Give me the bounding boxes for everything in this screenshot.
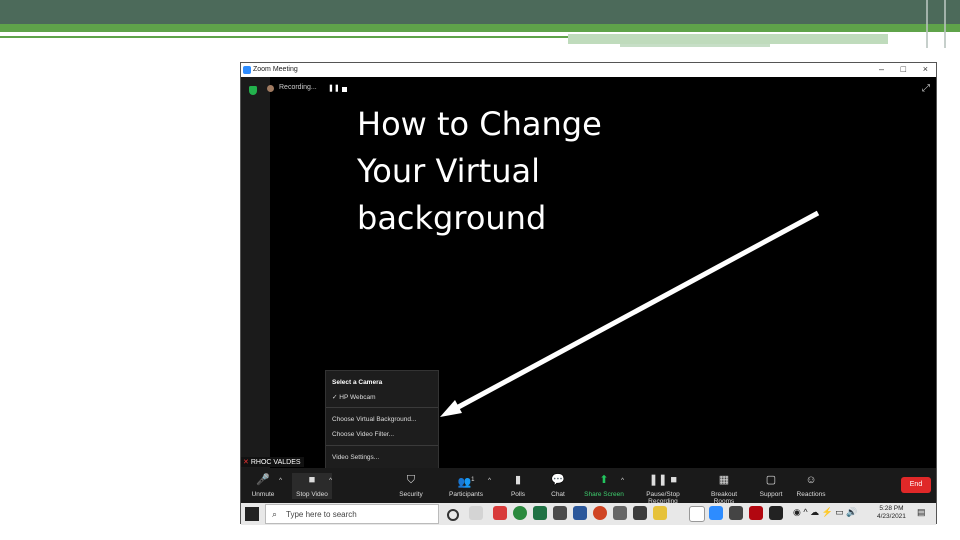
task-view-icon[interactable] (469, 506, 483, 520)
cortana-icon[interactable] (447, 509, 459, 521)
polls-label: Polls (510, 491, 526, 498)
share-screen-button[interactable]: ⬆ Share Screen (584, 473, 624, 498)
windows-taskbar: ⌕ Type here to search ◉ ^ ☁ ⚡ ▭ 🔊 5:28 P… (241, 503, 936, 525)
participants-count: 1 (471, 477, 475, 483)
app-icon[interactable] (769, 506, 783, 520)
participants-label: Participants (449, 491, 483, 498)
files-icon[interactable] (553, 506, 567, 520)
clock[interactable]: 5:28 PM 4/23/2021 (877, 505, 906, 521)
clock-time: 5:28 PM (879, 505, 904, 512)
slide-corner-decoration (926, 0, 946, 48)
excel-icon[interactable] (533, 506, 547, 520)
camera-menu-header: Select a Camera (332, 379, 383, 386)
netflix-icon[interactable] (749, 506, 763, 520)
slide-thin-line (0, 36, 568, 38)
taskbar-search-input[interactable]: ⌕ Type here to search (265, 504, 439, 524)
shield-icon: ⛉ (406, 474, 416, 486)
unmute-label: Unmute (251, 491, 275, 498)
share-caret-icon[interactable]: ^ (621, 477, 624, 484)
folder-icon[interactable] (653, 506, 667, 520)
chat-icon: 💬 (551, 474, 565, 486)
camera-menu: Select a Camera ✓ HP Webcam Choose Virtu… (325, 370, 439, 470)
slide-top-bar (0, 0, 960, 24)
unmute-button[interactable]: 🎤 Unmute (249, 473, 277, 498)
menu-divider (326, 445, 438, 446)
slide-thin-band (568, 34, 888, 44)
choose-virtual-background-item[interactable]: Choose Virtual Background... (332, 416, 416, 423)
reactions-button[interactable]: ☺ Reactions (796, 473, 826, 498)
zoom-taskbar-icon[interactable] (709, 506, 723, 520)
reactions-label: Reactions (796, 491, 826, 498)
chrome-icon[interactable] (513, 506, 527, 520)
menu-divider (326, 407, 438, 408)
pause-stop-icon: ❚❚ ■ (648, 474, 678, 486)
reactions-icon: ☺ (805, 474, 817, 486)
app-icon[interactable] (729, 506, 743, 520)
stop-video-button[interactable]: ■ Stop Video (292, 473, 332, 499)
clock-date: 4/23/2021 (877, 513, 906, 520)
video-settings-item[interactable]: Video Settings... (332, 454, 379, 461)
choose-video-filter-item[interactable]: Choose Video Filter... (332, 431, 394, 438)
slide-thin-band-2 (620, 44, 770, 47)
amazon-icon[interactable] (689, 506, 705, 522)
word-icon[interactable] (573, 506, 587, 520)
camera-option-hp-webcam[interactable]: ✓ HP Webcam (332, 393, 376, 401)
support-icon: ▢ (765, 474, 777, 486)
breakout-rooms-button[interactable]: ▦ Breakout Rooms (701, 473, 747, 505)
security-button[interactable]: ⛉ Security (394, 473, 428, 498)
polls-button[interactable]: ▮ Polls (506, 473, 530, 498)
breakout-rooms-icon: ▦ (718, 474, 730, 486)
tray-icons[interactable]: ◉ ^ ☁ ⚡ ▭ 🔊 (793, 508, 858, 517)
participants-button[interactable]: 👥1 Participants (446, 473, 486, 498)
participants-caret-icon[interactable]: ^ (488, 477, 491, 484)
microphone-icon: 🎤 (256, 474, 270, 486)
arrow-shaft (449, 210, 820, 414)
security-label: Security (399, 491, 423, 498)
video-camera-icon: ■ (308, 474, 316, 486)
slide-accent-line (0, 24, 960, 32)
video-options-caret-icon[interactable]: ^ (329, 477, 332, 484)
zoom-window: Zoom Meeting – □ × Recording... ❚❚ ⤢ How… (240, 62, 937, 525)
chat-label: Chat (551, 491, 565, 498)
arrow-head (440, 400, 462, 417)
support-button[interactable]: ▢ Support (757, 473, 785, 498)
participant-name-tag: ✕ RHOC VALDES (241, 457, 304, 467)
search-placeholder: Type here to search (286, 510, 357, 519)
app-icon[interactable] (613, 506, 627, 520)
powerpoint-icon[interactable] (593, 506, 607, 520)
support-label: Support (759, 491, 783, 498)
muted-mic-icon: ✕ (243, 459, 249, 466)
polls-icon: ▮ (514, 474, 522, 486)
share-screen-icon: ⬆ (599, 474, 609, 486)
meeting-toolbar: 🎤 Unmute ^ ■ Stop Video ^ ⛉ Security 👥1 Part… (241, 468, 936, 505)
camera-option-label: HP Webcam (339, 394, 376, 401)
pause-stop-recording-button[interactable]: ❚❚ ■ Pause/Stop Recording (632, 473, 694, 505)
audio-options-caret-icon[interactable]: ^ (279, 477, 282, 484)
chat-button[interactable]: 💬 Chat (548, 473, 568, 498)
share-screen-label: Share Screen (584, 491, 624, 498)
end-meeting-button[interactable]: End (901, 477, 931, 493)
windows-start-icon[interactable] (245, 507, 259, 521)
stop-video-label: Stop Video (296, 491, 328, 498)
search-icon: ⌕ (272, 509, 278, 519)
office-icon[interactable] (493, 506, 507, 520)
notifications-icon[interactable]: ▤ (917, 508, 926, 517)
participant-name: RHOC VALDES (250, 459, 301, 466)
app-icon[interactable] (633, 506, 647, 520)
participants-icon: 👥1 (457, 476, 475, 489)
